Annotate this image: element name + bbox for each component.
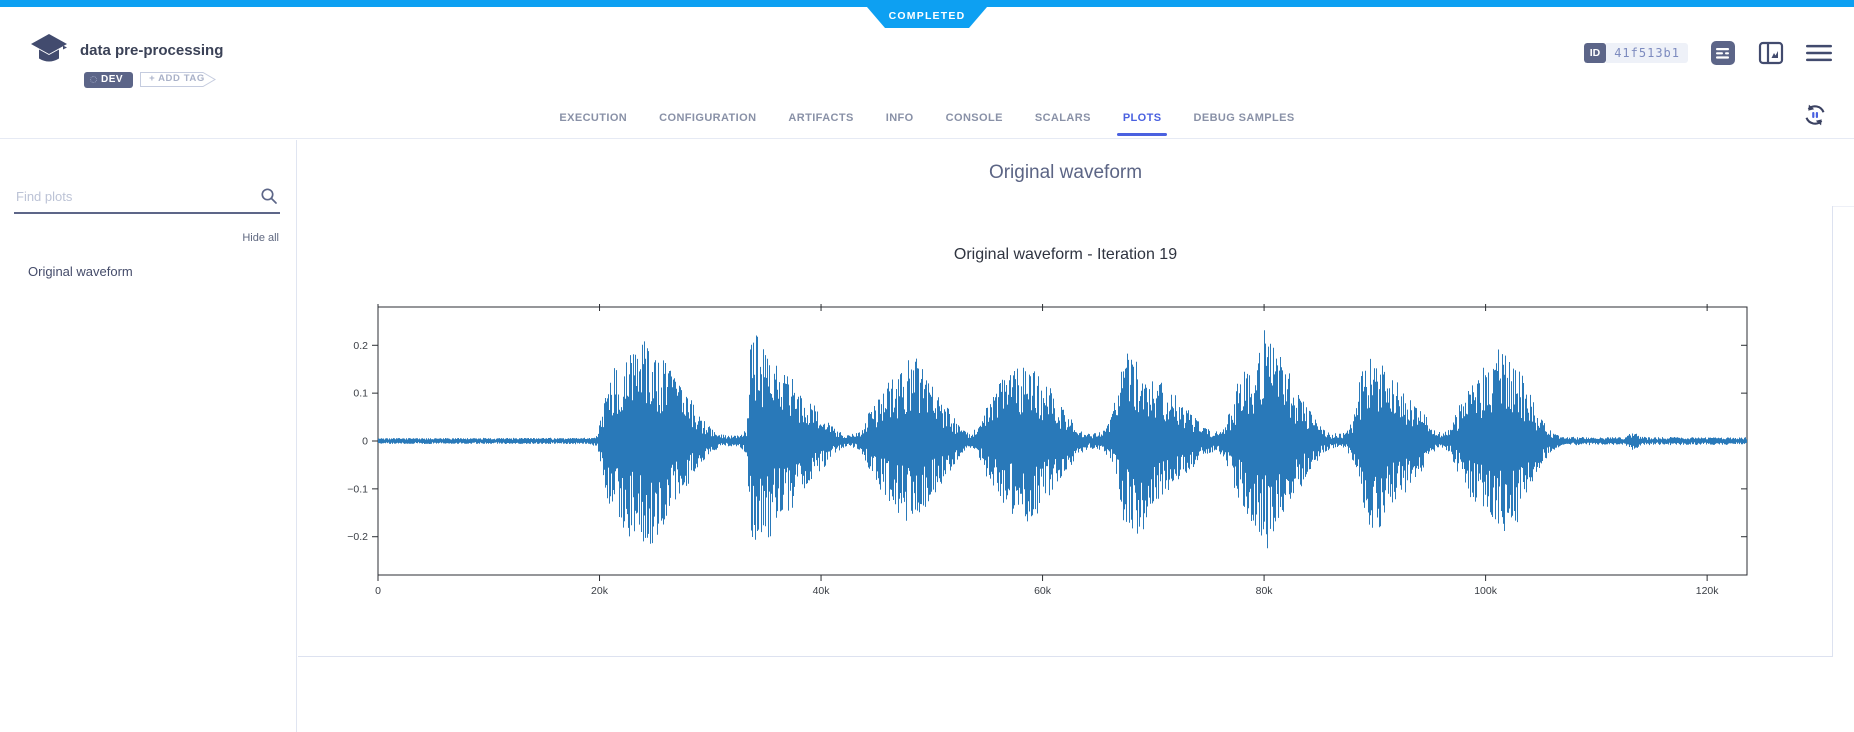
tag-label: DEV [101,74,123,85]
tag-dev[interactable]: DEV [84,72,133,88]
task-title: data pre-processing [80,42,223,59]
tab-artifacts[interactable]: ARTIFACTS [772,97,869,139]
x-tick-label: 20k [591,585,609,597]
top-status-bar [0,0,1854,7]
x-tick-label: 100k [1474,585,1498,597]
plot-list: Original waveform [0,256,297,287]
auto-refresh-pause-icon [1802,102,1828,128]
id-badge: ID [1584,43,1607,63]
search-box [14,185,280,214]
add-tag-label: + ADD TAG [149,73,205,84]
y-tick-label: 0.2 [353,340,368,352]
side-panel-chart-icon [1758,41,1784,65]
tab-plots[interactable]: PLOTS [1107,97,1178,139]
plots-sidebar: Hide all Original waveform [0,140,297,732]
status-badge: COMPLETED [867,7,987,28]
side-panel-toggle-button[interactable] [1758,40,1784,66]
tab-execution[interactable]: EXECUTION [543,97,643,139]
hide-all-button[interactable]: Hide all [242,232,279,244]
find-plots-input[interactable] [14,185,280,214]
plot-list-item[interactable]: Original waveform [0,256,297,287]
plot-group-heading: Original waveform [298,162,1833,184]
header-actions: ID 41f513b1 [1584,40,1832,66]
tab-debug-samples[interactable]: DEBUG SAMPLES [1177,97,1310,139]
app-logo [30,33,68,67]
y-tick-label: −0.1 [347,483,368,495]
auto-refresh-button[interactable] [1802,102,1828,128]
y-tick-label: −0.2 [347,531,368,543]
experiment-details-icon [1710,40,1736,66]
x-tick-label: 120k [1696,585,1720,597]
menu-button[interactable] [1806,40,1832,66]
task-id-chip[interactable]: ID 41f513b1 [1584,43,1688,63]
plots-main-panel: Original waveform Original waveform - It… [298,140,1854,732]
tag-row: DEV + ADD TAG [84,71,217,88]
y-tick-label: 0.1 [353,388,368,400]
x-tick-label: 40k [813,585,831,597]
app-window: COMPLETED data pre-processing DEV + ADD … [0,0,1854,732]
x-tick-label: 60k [1034,585,1052,597]
id-value: 41f513b1 [1606,43,1688,63]
experiment-details-button[interactable] [1710,40,1736,66]
waveform-series [379,330,1747,548]
tab-scalars[interactable]: SCALARS [1019,97,1107,139]
x-tick-label: 80k [1256,585,1274,597]
tab-console[interactable]: CONSOLE [930,97,1019,139]
search-icon [260,187,278,205]
plot-card: Original waveform - Iteration 19 0.20.10… [298,206,1833,657]
add-tag-button[interactable]: + ADD TAG [139,71,217,88]
x-tick-label: 0 [375,585,381,597]
tab-info[interactable]: INFO [870,97,930,139]
tag-icon [90,76,97,83]
tab-configuration[interactable]: CONFIGURATION [643,97,772,139]
plot-title: Original waveform - Iteration 19 [298,246,1833,264]
tab-bar: EXECUTIONCONFIGURATIONARTIFACTSINFOCONSO… [0,97,1854,139]
y-tick-label: 0 [362,436,368,448]
hamburger-menu-icon [1806,43,1832,63]
waveform-plot[interactable]: 0.2 0.1 0 −0.1 −0.2 0 20k 40k 60k 80k 100k 120k [330,300,1790,600]
